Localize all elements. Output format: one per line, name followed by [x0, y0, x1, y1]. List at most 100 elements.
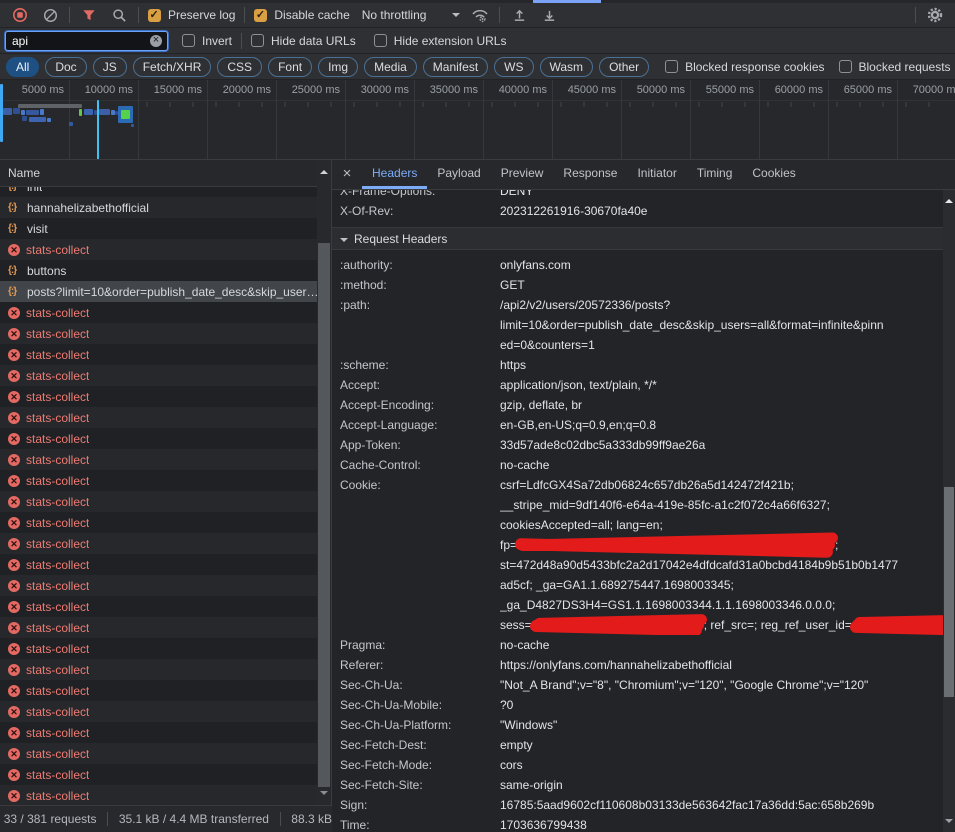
request-row-stats-collect[interactable]: ✕stats-collect	[0, 365, 317, 386]
filter-pill-other[interactable]: Other	[599, 57, 649, 77]
filter-pill-js[interactable]: JS	[93, 57, 127, 77]
filter-pill-wasm[interactable]: Wasm	[540, 57, 594, 77]
request-row-stats-collect[interactable]: ✕stats-collect	[0, 785, 317, 805]
hide-extension-urls-checkbox[interactable]	[374, 34, 387, 47]
hide-extension-urls-toggle[interactable]: Hide extension URLs	[374, 34, 507, 48]
network-conditions-icon[interactable]	[470, 5, 490, 25]
request-row-stats-collect[interactable]: ✕stats-collect	[0, 575, 317, 596]
request-row-stats-collect[interactable]: ✕stats-collect	[0, 449, 317, 470]
failed-request-icon: ✕	[8, 454, 20, 466]
tab-response[interactable]: Response	[553, 160, 627, 189]
request-row-stats-collect[interactable]: ✕stats-collect	[0, 743, 317, 764]
request-row-stats-collect[interactable]: ✕stats-collect	[0, 323, 317, 344]
request-row-stats-collect[interactable]: ✕stats-collect	[0, 344, 317, 365]
request-row-stats-collect[interactable]: ✕stats-collect	[0, 722, 317, 743]
request-row-stats-collect[interactable]: ✕stats-collect	[0, 617, 317, 638]
request-row-stats-collect[interactable]: ✕stats-collect	[0, 407, 317, 428]
settings-gear-icon[interactable]	[925, 5, 945, 25]
request-row-stats-collect[interactable]: ✕stats-collect	[0, 491, 317, 512]
header-value-text: https://onlyfans.com/hannahelizabethoffi…	[500, 658, 732, 672]
header-row-sec-ch-ua: Sec-Ch-Ua:"Not_A Brand";v="8", "Chromium…	[332, 675, 943, 695]
filter-pill-media[interactable]: Media	[364, 57, 417, 77]
request-row-hannahelizabethofficial[interactable]: {:}hannahelizabethofficial	[0, 197, 317, 218]
filter-pill-doc[interactable]: Doc	[45, 57, 86, 77]
hide-data-urls-toggle[interactable]: Hide data URLs	[251, 34, 356, 48]
failed-request-icon: ✕	[8, 580, 20, 592]
request-headers-section-header[interactable]: Request Headers	[332, 228, 943, 250]
filter-pill-all[interactable]: All	[6, 57, 39, 77]
request-row-stats-collect[interactable]: ✕stats-collect	[0, 596, 317, 617]
disable-cache-toggle[interactable]: Disable cache	[254, 8, 349, 22]
network-overview-timeline[interactable]: 5000 ms10000 ms15000 ms20000 ms25000 ms3…	[0, 80, 955, 160]
request-row-init[interactable]: {:}init	[0, 187, 317, 197]
header-value: no-cache	[500, 455, 943, 475]
request-row-stats-collect[interactable]: ✕stats-collect	[0, 659, 317, 680]
filter-input[interactable]	[6, 34, 136, 48]
filter-icon[interactable]	[79, 5, 99, 25]
request-row-stats-collect[interactable]: ✕stats-collect	[0, 470, 317, 491]
filter-pill-css[interactable]: CSS	[217, 57, 262, 77]
request-row-posts-limit-10-order-publish-d[interactable]: {:}posts?limit=10&order=publish_date_des…	[0, 281, 317, 302]
tab-cookies[interactable]: Cookies	[742, 160, 805, 189]
details-scrollbar[interactable]	[943, 190, 955, 832]
header-name: Accept-Language:	[332, 415, 500, 435]
import-har-icon[interactable]	[509, 5, 529, 25]
request-row-stats-collect[interactable]: ✕stats-collect	[0, 386, 317, 407]
request-row-visit[interactable]: {:}visit	[0, 218, 317, 239]
toggle-blocked-response-cookies[interactable]: Blocked response cookies	[665, 60, 824, 74]
close-icon[interactable]: ×	[332, 160, 362, 189]
filter-pill-fetch-xhr[interactable]: Fetch/XHR	[133, 57, 212, 77]
scroll-up-icon[interactable]	[945, 195, 953, 203]
request-row-stats-collect[interactable]: ✕stats-collect	[0, 764, 317, 785]
blocked-requests-checkbox[interactable]	[839, 60, 852, 73]
request-name: stats-collect	[26, 516, 89, 530]
tab-preview[interactable]: Preview	[491, 160, 554, 189]
request-row-stats-collect[interactable]: ✕stats-collect	[0, 533, 317, 554]
request-row-buttons[interactable]: {:}buttons	[0, 260, 317, 281]
scrollbar-thumb[interactable]	[318, 243, 330, 787]
export-har-icon[interactable]	[539, 5, 559, 25]
clear-icon[interactable]	[40, 5, 60, 25]
throttling-dropdown[interactable]: No throttling	[362, 8, 461, 22]
request-name: stats-collect	[26, 432, 89, 446]
scroll-up-icon[interactable]	[320, 166, 328, 174]
scroll-down-icon[interactable]	[945, 819, 953, 827]
request-row-stats-collect[interactable]: ✕stats-collect	[0, 512, 317, 533]
header-row-cookie: Cookie:csrf=LdfcGX4Sa72db06824c657db26a5…	[332, 475, 943, 635]
request-row-stats-collect[interactable]: ✕stats-collect	[0, 302, 317, 323]
record-icon[interactable]	[10, 5, 30, 25]
tab-initiator[interactable]: Initiator	[627, 160, 686, 189]
tab-payload[interactable]: Payload	[427, 160, 490, 189]
request-list-scrollbar[interactable]	[317, 160, 331, 805]
request-row-stats-collect[interactable]: ✕stats-collect	[0, 680, 317, 701]
invert-toggle[interactable]: Invert	[182, 34, 232, 48]
request-row-stats-collect[interactable]: ✕stats-collect	[0, 428, 317, 449]
filter-pill-font[interactable]: Font	[268, 57, 312, 77]
request-row-stats-collect[interactable]: ✕stats-collect	[0, 701, 317, 722]
filter-pill-ws[interactable]: WS	[494, 57, 533, 77]
disable-cache-checkbox[interactable]	[254, 9, 267, 22]
name-column-header[interactable]: Name	[0, 160, 331, 187]
preserve-log-checkbox[interactable]	[148, 9, 161, 22]
scrollbar-thumb[interactable]	[944, 487, 954, 697]
waterfall-bar	[97, 100, 99, 160]
blocked-requests-label: Blocked requests	[859, 60, 951, 74]
timeline-minor-tick	[169, 102, 171, 107]
request-row-stats-collect[interactable]: ✕stats-collect	[0, 239, 317, 260]
blocked-response-cookies-checkbox[interactable]	[665, 60, 678, 73]
search-icon[interactable]	[109, 5, 129, 25]
invert-checkbox[interactable]	[182, 34, 195, 47]
toggle-blocked-requests[interactable]: Blocked requests	[839, 60, 951, 74]
filter-pill-img[interactable]: Img	[318, 57, 358, 77]
request-row-stats-collect[interactable]: ✕stats-collect	[0, 638, 317, 659]
timeline-minor-tick	[468, 102, 470, 107]
tab-timing[interactable]: Timing	[687, 160, 743, 189]
scroll-down-icon[interactable]	[320, 791, 328, 799]
tab-headers[interactable]: Headers	[362, 160, 427, 189]
preserve-log-toggle[interactable]: Preserve log	[148, 8, 235, 22]
filter-pill-manifest[interactable]: Manifest	[423, 57, 488, 77]
request-row-stats-collect[interactable]: ✕stats-collect	[0, 554, 317, 575]
clear-filter-icon[interactable]: ×	[150, 35, 162, 47]
hide-data-urls-checkbox[interactable]	[251, 34, 264, 47]
timeline-tick-label: 65000 ms	[822, 84, 892, 96]
